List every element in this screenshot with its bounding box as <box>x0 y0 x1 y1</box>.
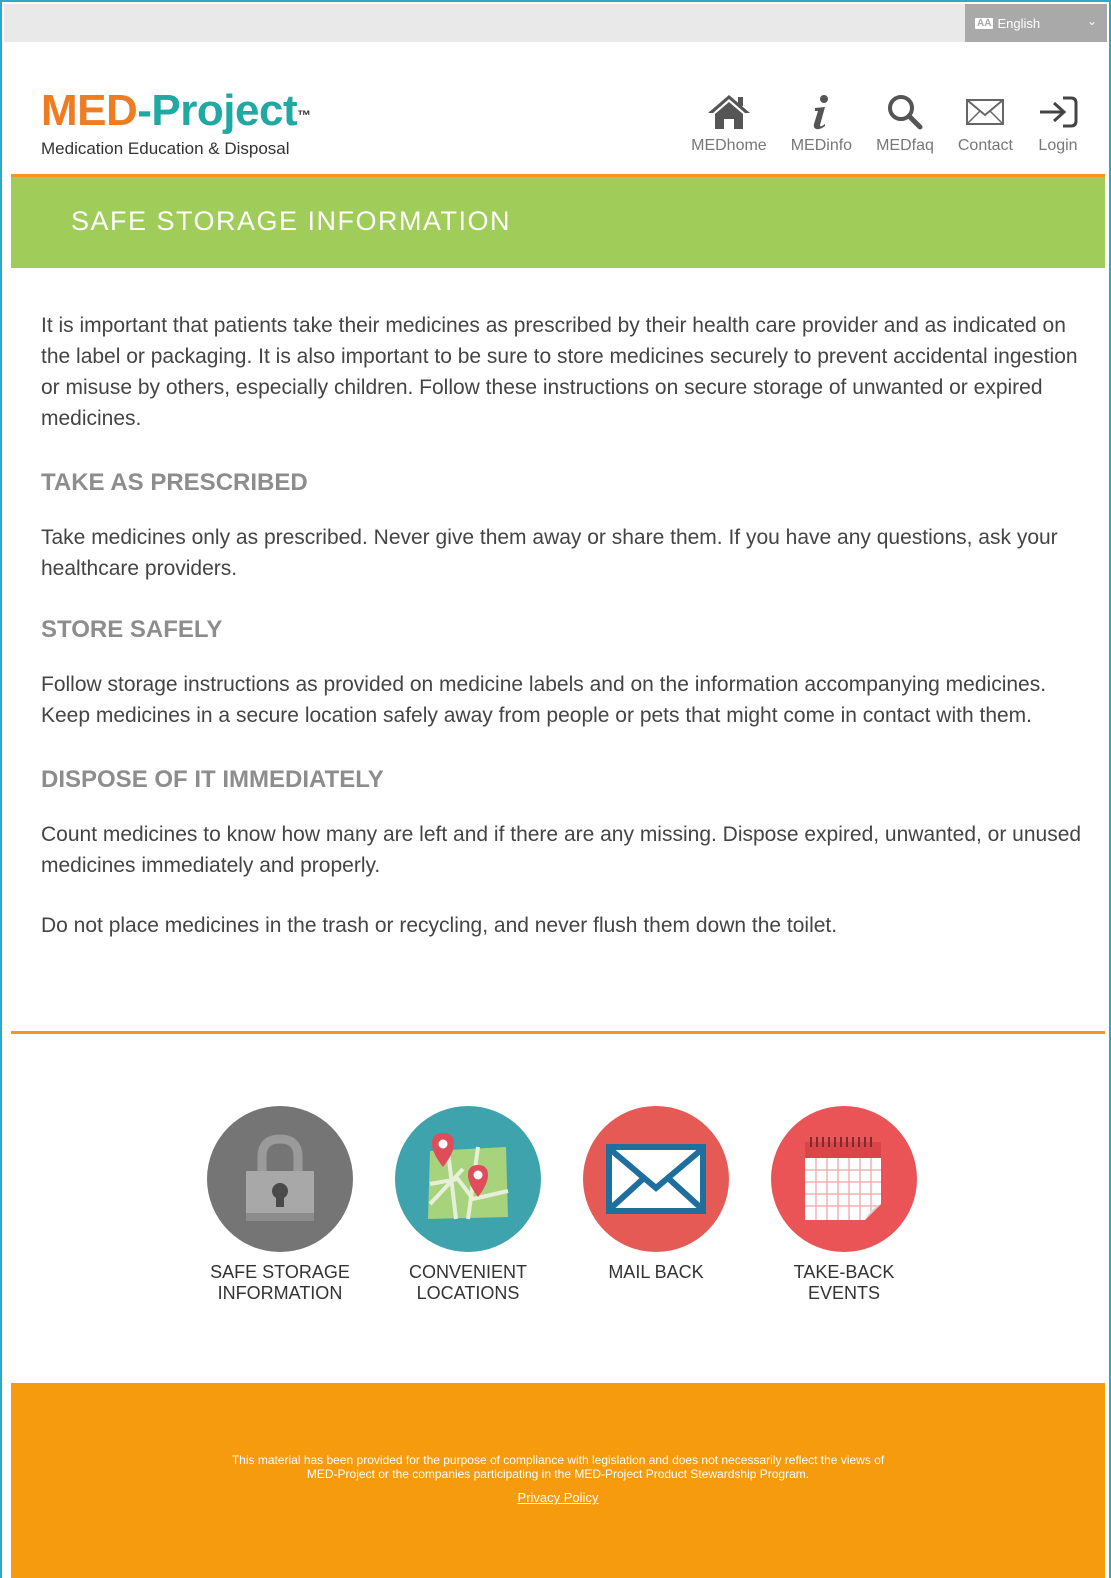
section-body: Take medicines only as prescribed. Never… <box>41 526 1058 580</box>
logo-subtitle: Medication Education & Disposal <box>41 139 290 158</box>
logo-med: MED <box>41 86 138 135</box>
tile-label-line: MAIL BACK <box>608 1262 704 1282</box>
top-utility-bar: ÀÁ English ⌄ <box>4 4 1107 42</box>
nav-label: MEDfaq <box>876 137 934 154</box>
nav-label: Contact <box>957 137 1013 154</box>
search-icon <box>885 92 925 132</box>
tile-convenient-locations[interactable]: CONVENIENT LOCATIONS <box>378 1106 558 1304</box>
logo-project: -Project <box>137 86 298 135</box>
tile-safe-storage[interactable]: SAFE STORAGE INFORMATION <box>190 1106 370 1304</box>
nav-label: MEDinfo <box>790 137 853 154</box>
page-title: SAFE STORAGE INFORMATION <box>71 206 512 236</box>
footer-disclaimer: This material has been provided for the … <box>171 1453 945 1481</box>
section-heading: TAKE AS PRESCRIBED <box>41 469 308 496</box>
privacy-policy-link[interactable]: Privacy Policy <box>11 1490 1105 1505</box>
main-nav: MEDhome MEDinfo MEDfaq Contact Login <box>667 92 1079 155</box>
tile-label-line: EVENTS <box>807 1283 881 1303</box>
language-label: English <box>997 15 1041 31</box>
login-arrow-icon <box>1037 92 1079 132</box>
tile-label: TAKE-BACK EVENTS <box>794 1262 895 1304</box>
tile-label-line: CONVENIENT <box>408 1262 527 1282</box>
page-banner: SAFE STORAGE INFORMATION <box>11 177 1105 268</box>
nav-contact[interactable]: Contact <box>958 92 1013 155</box>
intro-paragraph: It is important that patients take their… <box>41 314 1078 430</box>
tile-label: SAFE STORAGE INFORMATION <box>210 1262 350 1304</box>
nav-medfaq[interactable]: MEDfaq <box>876 92 934 155</box>
tile-label: CONVENIENT LOCATIONS <box>409 1262 527 1304</box>
mail-icon <box>583 1106 729 1252</box>
section-body: Follow storage instructions as provided … <box>41 673 1047 727</box>
nav-label: MEDhome <box>691 137 767 154</box>
logo-title: MED-Project™ <box>41 86 311 136</box>
logo-trademark: ™ <box>297 107 311 123</box>
padlock-icon <box>207 1106 353 1252</box>
nav-medinfo[interactable]: MEDinfo <box>791 92 852 155</box>
closing-paragraph: Do not place medicines in the trash or r… <box>41 914 838 937</box>
nav-login[interactable]: Login <box>1037 92 1079 155</box>
calendar-icon <box>771 1106 917 1252</box>
section-body: Count medicines to know how many are lef… <box>41 823 1082 877</box>
nav-medhome[interactable]: MEDhome <box>691 92 767 155</box>
tile-take-back-events[interactable]: TAKE-BACK EVENTS <box>754 1106 934 1304</box>
nav-label: Login <box>1038 137 1078 154</box>
tile-label-line: INFORMATION <box>217 1283 343 1303</box>
section-heading: STORE SAFELY <box>41 616 223 643</box>
translate-icon: ÀÁ <box>975 17 994 29</box>
tile-label-line: SAFE STORAGE <box>210 1262 350 1282</box>
main-content: It is important that patients take their… <box>41 310 1091 941</box>
tile-label: MAIL BACK <box>608 1262 703 1283</box>
map-icon <box>395 1106 541 1252</box>
language-selector[interactable]: ÀÁ English ⌄ <box>965 4 1107 42</box>
disclaimer-line: MED-Project or the companies participati… <box>306 1467 810 1481</box>
section-heading: DISPOSE OF IT IMMEDIATELY <box>41 766 384 793</box>
info-icon <box>806 92 836 132</box>
disclaimer-line: This material has been provided for the … <box>231 1453 885 1467</box>
envelope-icon <box>965 92 1005 132</box>
content-divider <box>11 1031 1105 1034</box>
home-icon <box>706 92 752 132</box>
site-footer: This material has been provided for the … <box>11 1383 1105 1578</box>
tile-label-line: LOCATIONS <box>416 1283 520 1303</box>
site-logo[interactable]: MED-Project™ Medication Education & Disp… <box>41 86 311 159</box>
tile-label-line: TAKE-BACK <box>793 1262 895 1282</box>
tile-mail-back[interactable]: MAIL BACK <box>566 1106 746 1283</box>
chevron-down-icon: ⌄ <box>1086 14 1097 28</box>
